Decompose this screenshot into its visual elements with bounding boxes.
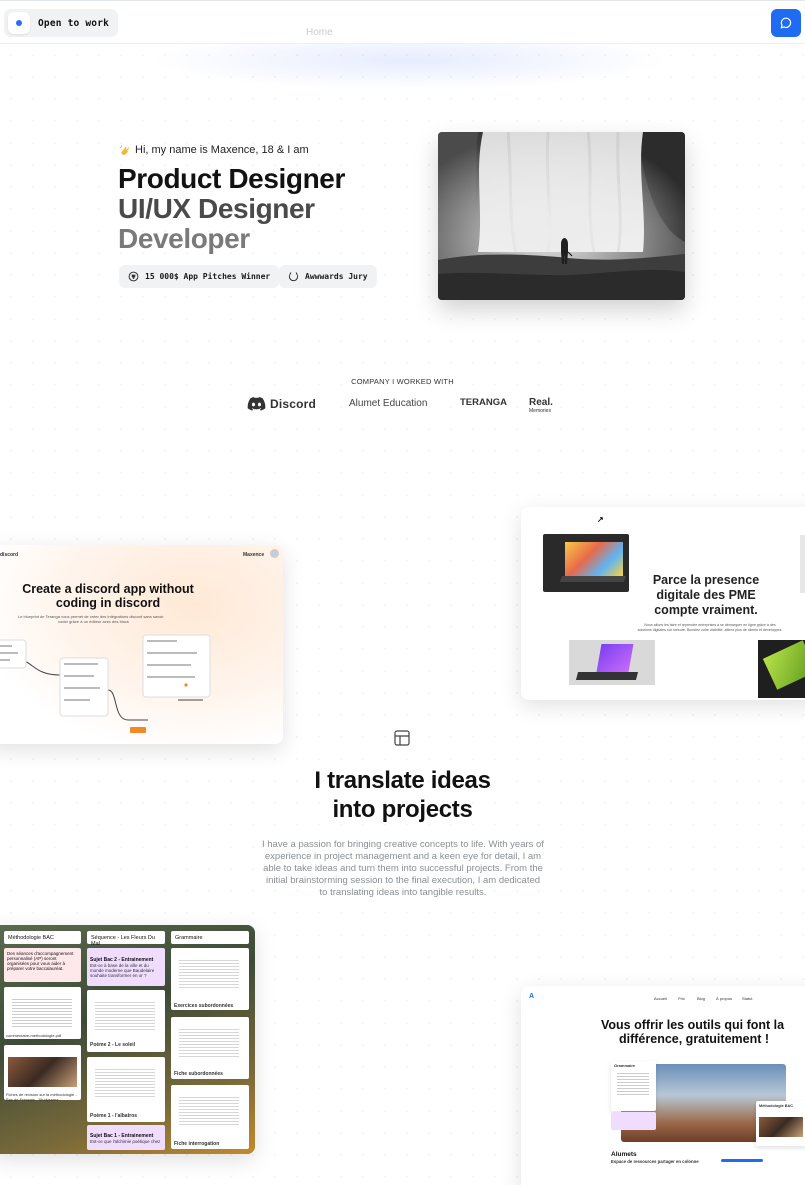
board-item-8: Fiches de révision sur la méthodologie -… [6,1092,77,1102]
logo-real-sub: Memories [529,408,551,414]
discord-headline-1: Create a discord app without [22,582,194,596]
logo-alumet-text: Alumet Education [349,398,428,409]
role-developer: Developer [118,223,250,254]
logo-teranga: TERANGA [460,397,507,408]
board-column-3-title: Grammaire [171,931,249,944]
statement-line-2: into projects [332,796,473,823]
statement-line-1: I translate ideas [314,767,491,794]
teranga-laptop-image-2 [569,640,655,685]
status-dot [16,20,22,26]
status-label: Open to work [38,17,110,29]
site-nav-blog[interactable]: Blog [697,996,705,1001]
award-label-pitches: 15 000$ App Pitches Winner [145,272,271,281]
site-tag-grammaire: Grammaire [614,1063,636,1068]
board-item-4: Poème 2 - Le soleil [90,1042,136,1048]
board-item-6: commentaire-methodologie.pdf [6,1033,62,1038]
board-item-12: Est-ce que l'alchimie poétique chez [90,1139,161,1144]
board-poem-1-card: Poème 1 - l'albatros [87,1057,165,1122]
project-card-alumets-site[interactable]: A Accueil Prix Blog À propos Statut Vous… [521,986,805,1185]
board-column-1-title: Méthodologie BAC [4,931,81,944]
top-divider [0,0,805,1]
site-headline-1: Vous offrir les outils qui font la [601,1018,785,1032]
chat-bubble-icon [780,17,792,29]
award-badge-awwwards: Awwwards Jury [279,265,377,288]
project-card-teranga[interactable]: ↗ Parce la presence digitale des PME com… [521,507,805,700]
board-item-7: Fiche subordonnées [174,1071,223,1077]
board-sujet-2-card: Sujet Bac 2 - Entrainement Est-ce à base… [87,948,165,986]
site-nav-accueil[interactable]: Accueil [654,996,667,1001]
greeting: Hi, my name is Maxence, 18 & I am [119,144,309,156]
discord-icon [247,397,266,411]
top-bar: Open to work Home [0,0,805,44]
site-card-sub: Espace de ressources partager en colonne [611,1159,699,1164]
logo-real-memories: Real. Memories [529,398,553,416]
role-uiux-designer: UI/UX Designer [118,193,315,224]
statement-paragraph: I have a passion for bringing creative c… [262,839,544,898]
companies-title: COMPANY I WORKED WITH [351,377,454,386]
site-methodo-card: Méthodologie BAC [756,1101,805,1146]
site-nav-apropos[interactable]: À propos [716,996,732,1001]
board-item-5: Exercices subordonnées [174,1003,234,1009]
board-item-1: Des séances d'accompagnement personnalis… [4,948,81,982]
project-card-discord[interactable]: discord Maxence Create a discord app wit… [0,545,283,744]
laurel-icon [288,272,299,282]
hero-waterfall-photo [438,132,685,300]
board-column-2-title: Séquence - Les Fleurs Du Mal [87,931,165,947]
discord-sub-2: coder grâce à un éditeur avec des blocs [58,619,129,624]
teranga-laptop-image-1 [543,534,629,592]
award-badge-pitches: 15 000$ App Pitches Winner [119,265,280,288]
teranga-headline-3: compte vraiment. [654,603,758,617]
board-item-10: Fiche interrogation [174,1141,220,1147]
board-item-3: Est-ce à base de la ville et du monde mo… [90,963,155,978]
status-icon [8,12,30,34]
board-item-9: Poème 1 - l'albatros [90,1113,138,1119]
site-sujet-card [611,1112,656,1130]
board-exercices-card: Exercices subordonnées [171,948,249,1010]
logo-discord: Discord [247,397,316,411]
discord-nav-left: discord [0,552,19,558]
open-to-work-badge[interactable]: Open to work [4,9,119,37]
portfolio-page: Open to work Home Hi, my name is Maxence… [0,0,805,1185]
discord-flow-diagram [0,634,211,733]
board-poem-2-card: Poème 2 - Le soleil [87,990,165,1052]
site-headline-2: différence, gratuitement ! [619,1032,770,1046]
teranga-headline-1: Parce la presence [652,573,760,587]
waving-hand-icon [119,145,130,155]
board-fiche-interro-card: Fiche interrogation [171,1085,249,1149]
logo-discord-text: Discord [270,397,317,411]
teranga-sub: Nous allons les faire et reprendre entre… [637,623,783,632]
discord-nav-right: Maxence [243,552,265,558]
site-progress-bar [721,1159,763,1162]
site-tag-methodo: Méthodologie BAC [759,1104,793,1108]
trophy-icon [128,271,139,282]
nav-home-link[interactable]: Home [306,27,333,38]
greeting-text: Hi, my name is Maxence, 18 & I am [135,144,309,156]
board-fiche-sub-card: Fiche subordonnées [171,1017,249,1079]
site-nav-prix[interactable]: Prix [678,996,685,1001]
logo-teranga-text: TERANGA [460,397,507,408]
teranga-side-image [800,535,805,593]
alumets-logo-icon: A [529,993,535,1000]
project-card-alumets-board[interactable]: Méthodologie BAC Séquence - Les Fleurs D… [0,925,255,1154]
teranga-logo-icon: ↗ [597,515,604,524]
site-grammaire-card: Grammaire [611,1061,656,1111]
logo-alumet: Alumet Education [349,398,427,409]
avatar [270,549,279,558]
site-nav-statut[interactable]: Statut [742,996,752,1001]
site-card-title: Alumets [611,1151,637,1158]
role-product-designer: Product Designer [118,163,345,194]
board-sujet-1-card: Sujet Bac 1 - Entrainement Est-ce que l'… [87,1125,165,1150]
discord-headline-2: coding in discord [55,596,161,610]
teranga-laptop-image-3 [758,640,805,698]
teranga-headline-2: digitale des PME [656,588,756,602]
board-doc-card [4,987,81,1039]
chat-button[interactable] [771,9,801,37]
award-label-awwwards: Awwwards Jury [305,272,368,281]
layout-icon [394,730,410,746]
